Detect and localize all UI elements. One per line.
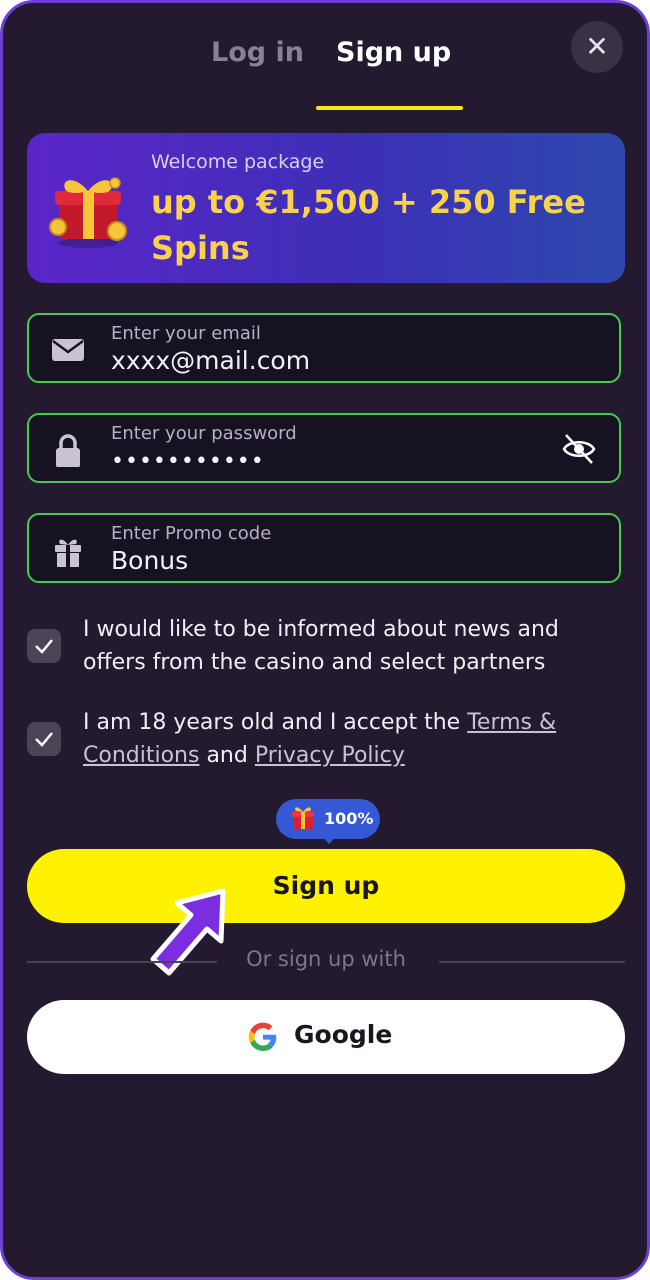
tab-login[interactable]: Log in xyxy=(211,37,304,68)
divider-text: Or sign up with xyxy=(246,947,406,971)
google-icon xyxy=(248,1022,277,1051)
bonus-badge: 100% xyxy=(276,799,380,844)
bonus-percent: 100% xyxy=(324,809,374,828)
signup-modal: Log in Sign up ✕ Welcome package up to €… xyxy=(0,0,650,1280)
news-consent-text: I would like to be informed about news a… xyxy=(83,617,559,675)
email-field[interactable]: Enter your email xxxx@mail.com xyxy=(27,313,621,383)
gift-box-icon xyxy=(292,807,314,829)
google-signup-button[interactable]: Google xyxy=(27,1000,625,1074)
signup-button[interactable]: Sign up xyxy=(27,849,625,923)
promo-code-value: Bonus xyxy=(111,546,189,575)
close-button[interactable]: ✕ xyxy=(571,21,623,73)
promo-label: Welcome package xyxy=(151,151,325,173)
privacy-link[interactable]: Privacy Policy xyxy=(255,743,405,768)
active-tab-indicator xyxy=(316,106,463,110)
age-consent-and: and xyxy=(199,743,255,768)
tab-signup[interactable]: Sign up xyxy=(336,37,451,68)
password-label: Enter your password xyxy=(111,423,297,444)
email-value: xxxx@mail.com xyxy=(111,346,311,375)
promo-title: up to €1,500 + 250 Free Spins xyxy=(151,183,586,267)
alt-signup-divider: Or sign up with xyxy=(27,943,625,983)
promo-code-field[interactable]: Enter Promo code Bonus xyxy=(27,513,621,583)
promo-code-label: Enter Promo code xyxy=(111,523,272,544)
envelope-icon xyxy=(52,339,84,361)
google-label: Google xyxy=(294,1020,393,1049)
news-consent-row: I would like to be informed about news a… xyxy=(27,613,607,683)
password-field[interactable]: Enter your password ••••••••••• xyxy=(27,413,621,483)
checkmark-icon xyxy=(35,732,53,747)
email-label: Enter your email xyxy=(111,323,261,344)
checkmark-icon xyxy=(35,639,53,654)
auth-tabs: Log in Sign up xyxy=(3,37,647,117)
lock-icon xyxy=(56,434,80,467)
eye-slash-icon[interactable] xyxy=(561,431,597,467)
welcome-package-banner: Welcome package up to €1,500 + 250 Free … xyxy=(27,133,625,283)
password-value: ••••••••••• xyxy=(111,449,265,474)
gift-icon xyxy=(55,539,81,567)
close-icon: ✕ xyxy=(585,30,609,63)
age-consent-prefix: I am 18 years old and I accept the xyxy=(83,710,468,735)
badge-tail xyxy=(321,835,337,844)
age-consent-row: I am 18 years old and I accept the Terms… xyxy=(27,706,607,776)
age-consent-checkbox[interactable] xyxy=(27,722,61,756)
age-consent-text: I am 18 years old and I accept the Terms… xyxy=(83,706,613,772)
gift-box-icon xyxy=(49,177,127,248)
news-consent-checkbox[interactable] xyxy=(27,629,61,663)
